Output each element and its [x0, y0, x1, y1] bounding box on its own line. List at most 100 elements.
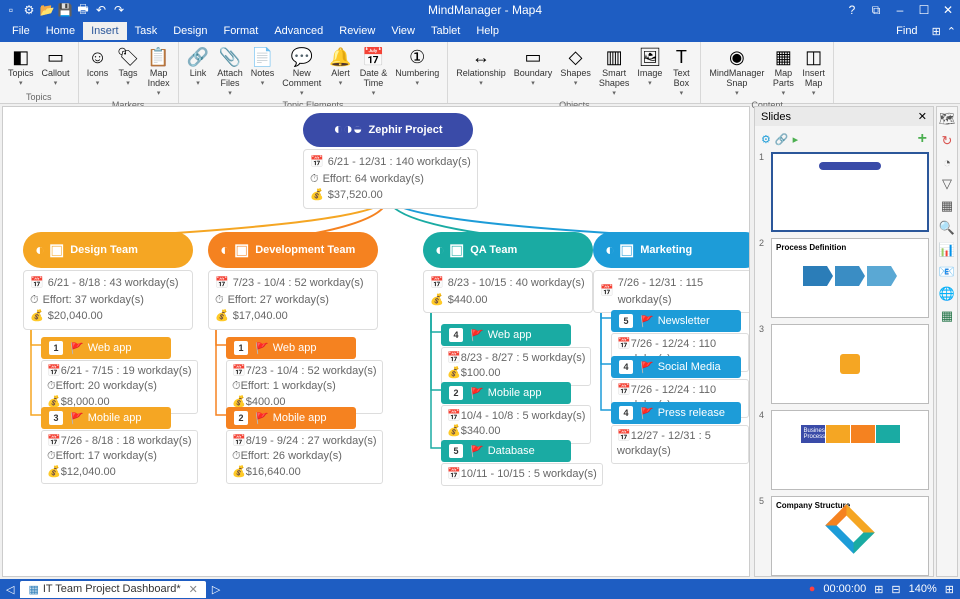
print-icon[interactable]: 🖶 [76, 3, 90, 17]
slide-5[interactable]: 5Company Structure [759, 496, 929, 576]
nav-left-icon[interactable]: ◁ [6, 583, 14, 596]
close-icon[interactable]: ✕ [940, 3, 956, 18]
slide-3[interactable]: 3 [759, 324, 929, 404]
menu-insert[interactable]: Insert [83, 22, 127, 40]
slide-play-icon[interactable]: ▸ [793, 133, 799, 146]
task-web-app[interactable]: 4🚩Web app📅8/23 - 8/27 : 5 workday(s)💰$10… [441, 324, 591, 386]
statusbar: ◁ ▦ IT Team Project Dashboard* ✕ ▷ ● 00:… [0, 579, 960, 599]
ribbon-boundary[interactable]: ▭Boundary▾ [510, 44, 557, 99]
menu-view[interactable]: View [383, 22, 423, 40]
record-icon[interactable]: ● [809, 583, 816, 595]
ribbon-numbering[interactable]: ①Numbering▾ [391, 44, 443, 99]
sidebar-search-icon[interactable]: 🔍 [939, 220, 955, 236]
menu-task[interactable]: Task [127, 22, 166, 40]
document-tab-label: IT Team Project Dashboard* [43, 583, 181, 595]
document-tab[interactable]: ▦ IT Team Project Dashboard* ✕ [20, 581, 205, 598]
ribbon-insert-map[interactable]: ◫InsertMap▾ [798, 44, 829, 99]
slide-4[interactable]: 4Business Process [759, 410, 929, 490]
slides-panel: Slides ✕ ⚙ 🔗 ▸ + 12Process Definition34Bu… [754, 106, 934, 577]
task-web-app[interactable]: 1🚩Web app📅7/23 - 10/4 : 52 workday(s)⏱Ef… [226, 337, 383, 414]
save-icon[interactable]: 💾 [58, 3, 72, 17]
sidebar-funnel-icon[interactable]: ▽ [942, 176, 952, 192]
sidebar-map-icon[interactable]: 🗺 [939, 111, 956, 127]
task-mobile-app[interactable]: 2🚩Mobile app📅8/19 - 9/24 : 27 workday(s)… [226, 407, 383, 484]
gear-icon[interactable]: ⚙ [22, 3, 36, 17]
slide-1[interactable]: 1 [759, 152, 929, 232]
zoom-level: 140% [909, 583, 937, 595]
branch-design-team[interactable]: ◐ ▣Design Team📅6/21 - 8/18 : 43 workday(… [23, 232, 193, 330]
ribbon-text-box[interactable]: TTextBox▾ [666, 44, 696, 99]
slide-settings-icon[interactable]: ⚙ [761, 133, 771, 146]
minimize-icon[interactable]: – [892, 3, 908, 18]
quick-access-toolbar: ▫ ⚙ 📂 💾 🖶 ↶ ↷ [4, 3, 126, 17]
mindmap-canvas[interactable]: ◐◑◒Zephir Project📅6/21 - 12/31 : 140 wor… [2, 106, 750, 577]
open-icon[interactable]: 📂 [40, 3, 54, 17]
menu-advanced[interactable]: Advanced [266, 22, 331, 40]
view-switch-icon[interactable]: ⊞ [874, 583, 883, 596]
branch-qa-team[interactable]: ◐ ▣QA Team📅8/23 - 10/15 : 40 workday(s)💰… [423, 232, 593, 313]
restore-icon[interactable]: ⧉ [868, 3, 884, 18]
timer: 00:00:00 [823, 583, 866, 595]
task-database[interactable]: 5🚩Database📅10/11 - 10/15 : 5 workday(s) [441, 440, 603, 486]
titlebar: ▫ ⚙ 📂 💾 🖶 ↶ ↷ MindManager - Map4 ? ⧉ – ☐… [0, 0, 960, 20]
close-tab-icon[interactable]: ✕ [189, 583, 198, 596]
menu-home[interactable]: Home [38, 22, 83, 40]
add-slide-icon[interactable]: + [918, 130, 927, 148]
sidebar-outlook-icon[interactable]: 📧 [939, 264, 955, 280]
menu-help[interactable]: Help [468, 22, 507, 40]
menu-format[interactable]: Format [215, 22, 266, 40]
right-sidebar: 🗺 ↻ ◔ ▽ ▦ 🔍 📊 📧 🌐 ▦ [936, 106, 958, 577]
task-mobile-app[interactable]: 2🚩Mobile app📅10/4 - 10/8 : 5 workday(s)💰… [441, 382, 591, 444]
ribbon-callout[interactable]: ▭Callout▾ [38, 44, 74, 91]
sidebar-chart-icon[interactable]: 📊 [939, 242, 955, 258]
ribbon-new-comment[interactable]: 💬NewComment▾ [278, 44, 325, 99]
ribbon-topics[interactable]: ◧Topics▾ [4, 44, 38, 91]
sidebar-reload-icon[interactable]: ↻ [942, 133, 953, 149]
task-mobile-app[interactable]: 3🚩Mobile app📅7/26 - 8/18 : 18 workday(s)… [41, 407, 198, 484]
ribbon-map-parts[interactable]: ▦MapParts▾ [768, 44, 798, 99]
nav-right-icon[interactable]: ▷ [212, 583, 220, 596]
task-press-release[interactable]: 4🚩Press release📅12/27 - 12/31 : 5 workda… [611, 402, 749, 464]
ribbon-relationship[interactable]: ↔Relationship▾ [452, 44, 510, 99]
menu-tablet[interactable]: Tablet [423, 22, 468, 40]
ribbon-attach-files[interactable]: 📎AttachFiles▾ [213, 44, 247, 99]
ribbon-shapes[interactable]: ◇Shapes▾ [556, 44, 595, 99]
root-node[interactable]: ◐◑◒Zephir Project📅6/21 - 12/31 : 140 wor… [303, 113, 478, 209]
ribbon-link[interactable]: 🔗Link▾ [183, 44, 213, 99]
ribbon-alert[interactable]: 🔔Alert▾ [325, 44, 355, 99]
slide-link-icon[interactable]: 🔗 [775, 133, 789, 146]
undo-icon[interactable]: ↶ [94, 3, 108, 17]
ribbon-mindmanager-snap[interactable]: ◉MindManagerSnap▾ [705, 44, 768, 99]
menu-review[interactable]: Review [331, 22, 383, 40]
slide-2[interactable]: 2Process Definition [759, 238, 929, 318]
maximize-icon[interactable]: ☐ [916, 3, 932, 18]
options-icon[interactable]: ⊞ [932, 25, 941, 38]
help-icon[interactable]: ? [844, 3, 860, 18]
task-web-app[interactable]: 1🚩Web app📅6/21 - 7/15 : 19 workday(s)⏱Ef… [41, 337, 198, 414]
zoom-out-icon[interactable]: ⊟ [891, 583, 900, 596]
sidebar-palette-icon[interactable]: ▦ [941, 198, 953, 214]
zoom-in-icon[interactable]: ⊞ [945, 583, 954, 596]
menu-design[interactable]: Design [165, 22, 215, 40]
new-doc-icon[interactable]: ▫ [4, 3, 18, 17]
ribbon-image[interactable]: 🖼Image▾ [633, 44, 666, 99]
ribbon-date-&-time[interactable]: 📅Date &Time▾ [356, 44, 392, 99]
ribbon: ◧Topics▾▭Callout▾Topics☺Icons▾🏷Tags▾📋Map… [0, 42, 960, 104]
sidebar-task-icon[interactable]: ◔ [943, 155, 951, 170]
ribbon-tags[interactable]: 🏷Tags▾ [113, 44, 144, 99]
ribbon-icons[interactable]: ☺Icons▾ [83, 44, 113, 99]
menu-file[interactable]: File [4, 22, 38, 40]
sidebar-excel-icon[interactable]: ▦ [941, 308, 953, 324]
close-panel-icon[interactable]: ✕ [918, 110, 927, 123]
slides-title: Slides [761, 111, 791, 123]
find-menu[interactable]: Find [888, 23, 925, 39]
branch-development-team[interactable]: ◐ ▣Development Team📅7/23 - 10/4 : 52 wor… [208, 232, 378, 330]
window-controls: ? ⧉ – ☐ ✕ [844, 3, 956, 18]
redo-icon[interactable]: ↷ [112, 3, 126, 17]
ribbon-notes[interactable]: 📄Notes▾ [247, 44, 279, 99]
sidebar-browser-icon[interactable]: 🌐 [939, 286, 955, 302]
branch-marketing[interactable]: ◐ ▣Marketing📅7/26 - 12/31 : 115 workday(… [593, 232, 750, 313]
ribbon-map-index[interactable]: 📋MapIndex▾ [143, 44, 173, 99]
ribbon-smart-shapes[interactable]: ▥SmartShapes▾ [595, 44, 634, 99]
collapse-ribbon-icon[interactable]: ⌃ [947, 25, 956, 38]
